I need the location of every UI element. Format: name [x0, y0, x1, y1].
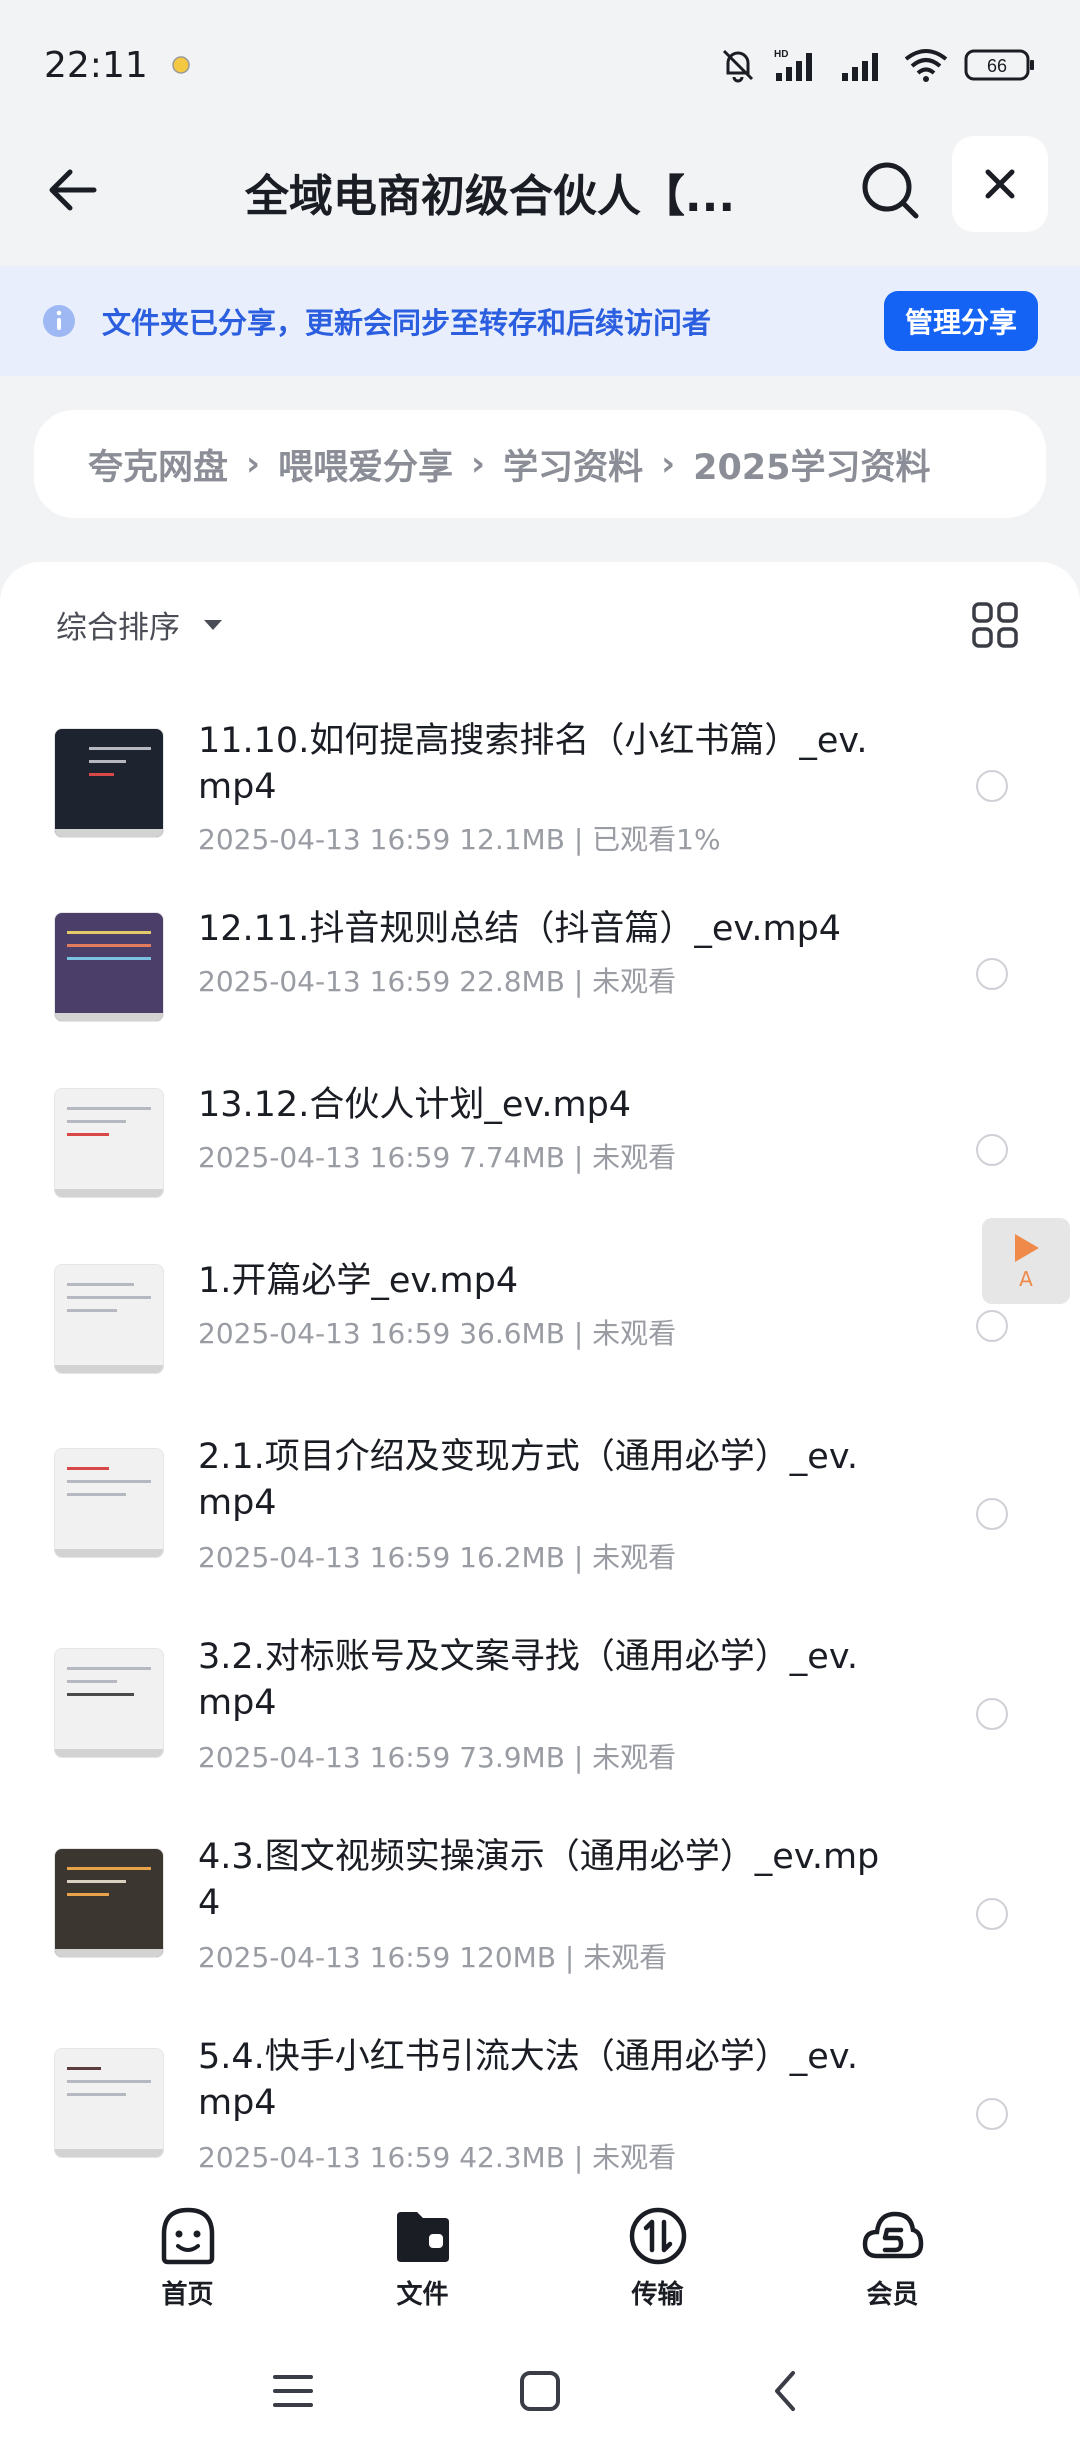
file-name: 13.12.合伙人计划_ev.mp4: [198, 1085, 632, 1125]
top-bar: 全域电商初级合伙人【...: [0, 130, 1080, 260]
page-title: 全域电商初级合伙人【...: [244, 171, 736, 222]
signal-icon: [842, 53, 878, 81]
video-thumbnail: [54, 1088, 164, 1198]
video-thumbnail: [54, 1448, 164, 1558]
file-name: 2.1.项目介绍及变现方式（通用必学）_ev.mp4: [198, 1437, 858, 1523]
sort-label: 综合排序: [56, 610, 180, 646]
file-meta: 2025-04-13 16:59 22.8MB | 未观看: [198, 965, 677, 998]
nav-files[interactable]: 文件: [363, 2204, 483, 2311]
file-meta: 2025-04-13 16:59 120MB | 未观看: [198, 1941, 668, 1974]
search-icon[interactable]: [854, 154, 926, 226]
play-icon: [1015, 1234, 1039, 1262]
file-row[interactable]: 11.10.如何提高搜索排名（小红书篇）_ev.mp4 2025-04-13 1…: [0, 676, 1080, 864]
menu-icon[interactable]: [267, 2365, 319, 2417]
file-panel: 综合排序 11.10.如何提高搜索排名（小红书篇）_ev.mp4 2025-04…: [0, 562, 1080, 2202]
breadcrumb-item[interactable]: 喂喂爱分享: [278, 439, 453, 490]
close-icon: [985, 169, 1015, 199]
chevron-right-icon: ›: [246, 444, 261, 484]
nav-label: 传输: [631, 2279, 684, 2310]
select-radio[interactable]: [976, 1134, 1008, 1166]
breadcrumb-item[interactable]: 学习资料: [503, 439, 643, 490]
battery-icon: 66: [964, 49, 1034, 81]
grid-view-icon[interactable]: [970, 600, 1020, 650]
caret-down-icon: [204, 619, 222, 630]
file-meta: 2025-04-13 16:59 42.3MB | 未观看: [198, 2141, 677, 2174]
video-thumbnail: [54, 2048, 164, 2158]
transfer-icon: [629, 2207, 686, 2264]
file-name: 11.10.如何提高搜索排名（小红书篇）_ev.mp4: [198, 721, 868, 807]
video-thumbnail: [54, 912, 164, 1022]
close-button[interactable]: [952, 136, 1048, 232]
file-row[interactable]: 3.2.对标账号及文案寻找（通用必学）_ev.mp4 2025-04-13 16…: [0, 1592, 1080, 1792]
wifi-icon: [904, 49, 948, 82]
select-radio[interactable]: [976, 1310, 1008, 1342]
file-name: 4.3.图文视频实操演示（通用必学）_ev.mp4: [198, 1837, 880, 1923]
file-row[interactable]: 13.12.合伙人计划_ev.mp4 2025-04-13 16:59 7.74…: [0, 1040, 1080, 1216]
breadcrumb-item-current: 2025学习资料: [693, 447, 931, 488]
share-banner: 文件夹已分享，更新会同步至转存和后续访问者 管理分享: [0, 266, 1080, 376]
floating-player-button[interactable]: A: [982, 1218, 1070, 1304]
select-radio[interactable]: [976, 770, 1008, 802]
file-name: 5.4.快手小红书引流大法（通用必学）_ev.mp4: [198, 2037, 858, 2123]
nav-label: 文件: [396, 2279, 449, 2310]
file-row[interactable]: 12.11.抖音规则总结（抖音篇）_ev.mp4 2025-04-13 16:5…: [0, 864, 1080, 1040]
breadcrumb: 夸克网盘 › 喂喂爱分享 › 学习资料 › 2025学习资料: [34, 410, 1046, 518]
file-name: 12.11.抖音规则总结（抖音篇）_ev.mp4: [198, 909, 842, 949]
select-radio[interactable]: [976, 2098, 1008, 2130]
share-banner-text: 文件夹已分享，更新会同步至转存和后续访问者: [102, 306, 712, 340]
file-meta: 2025-04-13 16:59 7.74MB | 未观看: [198, 1141, 677, 1174]
vip-cloud-icon: [862, 2211, 923, 2258]
nav-home[interactable]: 首页: [128, 2204, 248, 2311]
file-row[interactable]: 4.3.图文视频实操演示（通用必学）_ev.mp4 2025-04-13 16:…: [0, 1792, 1080, 1992]
file-name: 1.开篇必学_ev.mp4: [198, 1261, 519, 1301]
weather-icon: [172, 56, 190, 74]
sort-dropdown[interactable]: 综合排序: [56, 602, 222, 647]
file-row[interactable]: 5.4.快手小红书引流大法（通用必学）_ev.mp4 2025-04-13 16…: [0, 1992, 1080, 2192]
manage-share-button[interactable]: 管理分享: [884, 291, 1038, 351]
back-chevron-icon[interactable]: [761, 2365, 813, 2417]
file-meta: 2025-04-13 16:59 16.2MB | 未观看: [198, 1541, 677, 1574]
status-time: 22:11: [44, 44, 148, 86]
select-radio[interactable]: [976, 1698, 1008, 1730]
video-thumbnail: [54, 1848, 164, 1958]
nav-label: 首页: [161, 2279, 214, 2310]
video-thumbnail: [54, 728, 164, 838]
select-radio[interactable]: [976, 958, 1008, 990]
system-nav-bar: [0, 2322, 1080, 2460]
svg-text:66: 66: [987, 56, 1007, 76]
chevron-right-icon: ›: [661, 444, 676, 484]
info-icon: [43, 305, 75, 337]
chevron-right-icon: ›: [471, 444, 486, 484]
breadcrumb-item[interactable]: 夸克网盘: [88, 439, 228, 490]
status-bar: 22:11 HD 66: [0, 0, 1080, 130]
select-radio[interactable]: [976, 1898, 1008, 1930]
file-meta: 2025-04-13 16:59 36.6MB | 未观看: [198, 1317, 677, 1350]
home-smile-icon: [161, 2207, 214, 2264]
nav-vip[interactable]: 会员: [833, 2204, 953, 2311]
bottom-nav: 首页 文件 传输 会员: [0, 2192, 1080, 2322]
file-meta: 2025-04-13 16:59 12.1MB | 已观看1%: [198, 823, 721, 856]
back-arrow-icon[interactable]: [42, 158, 106, 222]
select-radio[interactable]: [976, 1498, 1008, 1530]
file-name: 3.2.对标账号及文案寻找（通用必学）_ev.mp4: [198, 1637, 858, 1723]
nav-label: 会员: [866, 2279, 919, 2310]
file-row[interactable]: 1.开篇必学_ev.mp4 2025-04-13 16:59 36.6MB | …: [0, 1216, 1080, 1392]
folder-icon: [396, 2211, 449, 2262]
home-square-icon[interactable]: [514, 2365, 566, 2417]
floating-player-label: A: [1019, 1267, 1033, 1291]
file-row[interactable]: 2.1.项目介绍及变现方式（通用必学）_ev.mp4 2025-04-13 16…: [0, 1392, 1080, 1592]
nav-transfer[interactable]: 传输: [598, 2204, 718, 2311]
video-thumbnail: [54, 1648, 164, 1758]
file-meta: 2025-04-13 16:59 73.9MB | 未观看: [198, 1741, 677, 1774]
svg-text:HD: HD: [774, 49, 788, 60]
video-thumbnail: [54, 1264, 164, 1374]
mute-bell-icon: [722, 49, 754, 83]
hd-signal-icon: HD: [774, 49, 812, 81]
